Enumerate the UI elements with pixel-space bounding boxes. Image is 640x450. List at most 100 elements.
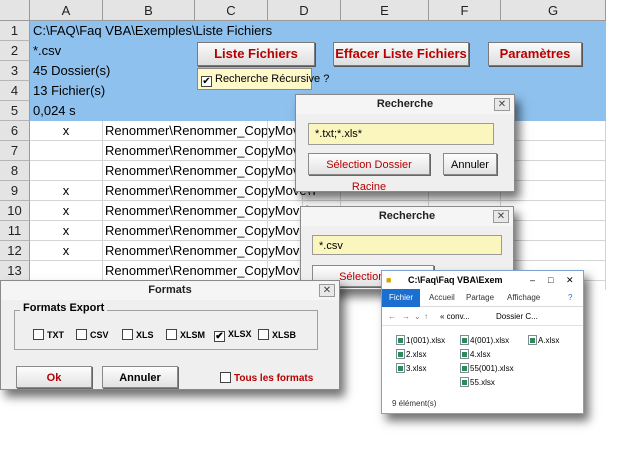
cell-mark[interactable]: x: [30, 221, 103, 241]
info-folders[interactable]: 45 Dossier(s): [33, 61, 110, 81]
formats-cancel-button[interactable]: Annuler: [102, 366, 178, 388]
close-icon[interactable]: ✕: [319, 284, 335, 297]
cell[interactable]: [501, 161, 606, 181]
row-header-5[interactable]: 5: [0, 101, 30, 121]
row-header-9[interactable]: 9: [0, 181, 30, 201]
column-header-b[interactable]: B: [103, 0, 195, 21]
explorer-address-bar[interactable]: ← → ⌄ ↑ « conv... Dossier C...: [382, 308, 583, 326]
row-header-3[interactable]: 3: [0, 61, 30, 81]
checkbox-icon: [258, 329, 269, 340]
row-header-1[interactable]: 1: [0, 21, 30, 41]
file-item[interactable]: A.xlsx: [528, 335, 559, 346]
file-item[interactable]: 4.xlsx: [460, 349, 490, 360]
clear-list-button[interactable]: Effacer Liste Fichiers: [333, 42, 469, 66]
file-item[interactable]: 3.xlsx: [396, 363, 426, 374]
column-header-d[interactable]: D: [268, 0, 341, 21]
cell[interactable]: [195, 181, 268, 201]
cell[interactable]: [195, 161, 268, 181]
file-item[interactable]: 55.xlsx: [460, 377, 495, 388]
info-pattern[interactable]: *.csv: [33, 41, 61, 61]
row-header-13[interactable]: 13: [0, 261, 30, 281]
cell[interactable]: [501, 241, 606, 261]
search-pattern-input-2[interactable]: *.csv: [312, 235, 502, 255]
close-icon[interactable]: ✕: [566, 271, 574, 289]
tab-share[interactable]: Partage: [466, 289, 494, 307]
format-xlsx-label: XLSX: [228, 329, 252, 339]
cell[interactable]: [195, 201, 268, 221]
row-header-10[interactable]: 10: [0, 201, 30, 221]
close-icon[interactable]: ✕: [494, 98, 510, 111]
tab-home[interactable]: Accueil: [429, 289, 455, 307]
excel-file-icon: [528, 335, 537, 345]
search-pattern-input[interactable]: *.txt;*.xls*: [308, 123, 494, 145]
format-txt-checkbox[interactable]: TXT: [33, 329, 64, 340]
cell[interactable]: [501, 141, 606, 161]
cell[interactable]: [195, 121, 268, 141]
formats-group-label: Formats Export: [20, 302, 108, 314]
select-root-folder-button[interactable]: Sélection Dossier Racine: [308, 153, 430, 193]
cell[interactable]: [501, 221, 606, 241]
forward-arrow-icon[interactable]: →: [402, 308, 410, 326]
info-path[interactable]: C:\FAQ\Faq VBA\Exemples\Liste Fichiers: [33, 21, 272, 41]
cell-mark[interactable]: [30, 161, 103, 181]
info-time[interactable]: 0,024 s: [33, 101, 76, 121]
cell-mark[interactable]: x: [30, 241, 103, 261]
row-header-6[interactable]: 6: [0, 121, 30, 141]
list-files-button[interactable]: Liste Fichiers: [197, 42, 315, 66]
cell-mark[interactable]: [30, 141, 103, 161]
search-cancel-button[interactable]: Annuler: [443, 153, 497, 175]
cell[interactable]: [195, 221, 268, 241]
cell[interactable]: [195, 141, 268, 161]
column-header-a[interactable]: A: [30, 0, 103, 21]
column-header-f[interactable]: F: [429, 0, 501, 21]
minimize-icon[interactable]: –: [530, 271, 535, 289]
back-arrow-icon[interactable]: ←: [388, 308, 396, 326]
file-name: 2.xlsx: [406, 350, 427, 359]
address-part-1[interactable]: « conv...: [440, 308, 470, 326]
row-header-7[interactable]: 7: [0, 141, 30, 161]
cell-mark[interactable]: [30, 261, 103, 281]
cell[interactable]: [195, 261, 268, 281]
cell-mark[interactable]: x: [30, 121, 103, 141]
row-header-11[interactable]: 11: [0, 221, 30, 241]
up-arrow-icon[interactable]: ↑: [424, 308, 428, 326]
cell-mark[interactable]: x: [30, 201, 103, 221]
excel-file-icon: [460, 349, 469, 359]
column-header-e[interactable]: E: [341, 0, 429, 21]
tab-file[interactable]: Fichier: [382, 289, 420, 307]
file-item[interactable]: 55(001).xlsx: [460, 363, 514, 374]
tab-view[interactable]: Affichage: [507, 289, 540, 307]
file-name: 55(001).xlsx: [470, 364, 514, 373]
select-all-corner[interactable]: [0, 0, 30, 21]
formats-ok-button[interactable]: Ok: [16, 366, 92, 388]
file-item[interactable]: 2.xlsx: [396, 349, 426, 360]
format-xlsx-checkbox[interactable]: ✔ XLSX: [214, 329, 252, 342]
address-part-2[interactable]: Dossier C...: [496, 308, 538, 326]
column-header-c[interactable]: C: [195, 0, 268, 21]
cell[interactable]: [501, 121, 606, 141]
parameters-button[interactable]: Paramètres: [488, 42, 582, 66]
file-name: 3.xlsx: [406, 364, 427, 373]
recursive-search-checkbox[interactable]: ✔ Recherche Récursive ?: [197, 68, 329, 90]
row-header-12[interactable]: 12: [0, 241, 30, 261]
file-item[interactable]: 1(001).xlsx: [396, 335, 445, 346]
cell[interactable]: [501, 181, 606, 201]
cell[interactable]: [501, 201, 606, 221]
info-files[interactable]: 13 Fichier(s): [33, 81, 105, 101]
maximize-icon[interactable]: □: [548, 271, 553, 289]
column-header-g[interactable]: G: [501, 0, 606, 21]
chevron-down-icon[interactable]: ⌄: [414, 308, 421, 326]
all-formats-checkbox[interactable]: Tous les formats: [220, 372, 313, 384]
cell-mark[interactable]: x: [30, 181, 103, 201]
row-header-2[interactable]: 2: [0, 41, 30, 61]
format-xls-checkbox[interactable]: XLS: [122, 329, 154, 340]
help-icon[interactable]: ?: [568, 289, 572, 307]
cell[interactable]: [195, 241, 268, 261]
file-item[interactable]: 4(001).xlsx: [460, 335, 509, 346]
close-icon[interactable]: ✕: [493, 210, 509, 223]
row-header-8[interactable]: 8: [0, 161, 30, 181]
row-header-4[interactable]: 4: [0, 81, 30, 101]
format-csv-checkbox[interactable]: CSV: [76, 329, 109, 340]
format-xlsm-checkbox[interactable]: XLSM: [166, 329, 205, 340]
format-xlsb-checkbox[interactable]: XLSB: [258, 329, 296, 340]
